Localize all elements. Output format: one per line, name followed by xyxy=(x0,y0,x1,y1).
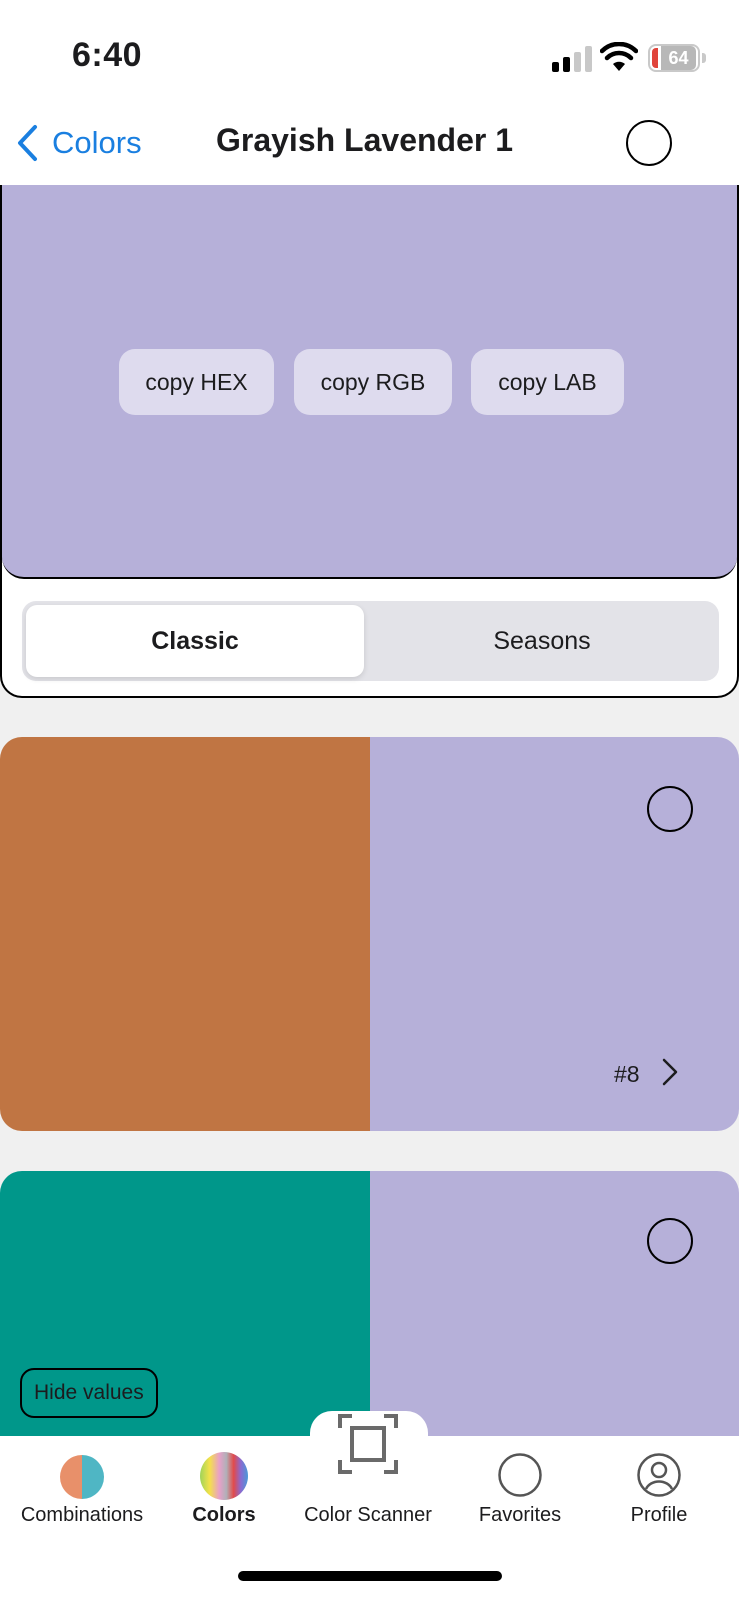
tab-label: Profile xyxy=(630,1504,688,1526)
status-time: 6:40 xyxy=(72,36,143,74)
combination-number: #8 xyxy=(614,1061,640,1087)
hide-values-button[interactable]: Hide values xyxy=(20,1368,158,1418)
wifi-icon xyxy=(600,42,638,71)
scanner-icon xyxy=(338,1414,398,1474)
tab-color-scanner[interactable]: Color Scanner xyxy=(290,1414,446,1536)
favorites-circle-icon xyxy=(498,1453,542,1497)
status-bar: 6:40 64 xyxy=(0,0,739,100)
tab-profile[interactable]: Profile xyxy=(594,1436,724,1536)
home-indicator xyxy=(238,1571,502,1581)
tab-label: Favorites xyxy=(478,1504,562,1526)
copy-hex-button[interactable]: copy HEX xyxy=(119,349,274,415)
navigation-bar: Colors Grayish Lavender 1 xyxy=(0,100,739,186)
circle-outline-icon[interactable] xyxy=(647,1218,693,1264)
color-header-card: copy HEX copy RGB copy LAB Classic Seaso… xyxy=(0,185,739,698)
combination-color-left xyxy=(0,737,370,1131)
copy-rgb-button[interactable]: copy RGB xyxy=(294,349,452,415)
tab-colors[interactable]: Colors xyxy=(150,1436,298,1536)
chevron-right-icon[interactable] xyxy=(660,1057,680,1087)
copy-lab-button[interactable]: copy LAB xyxy=(471,349,624,415)
segment-classic[interactable]: Classic xyxy=(26,605,364,677)
battery-level: 64 xyxy=(661,46,696,70)
profile-icon xyxy=(637,1453,681,1497)
battery-icon: 64 xyxy=(648,44,700,72)
cellular-signal-icon xyxy=(552,46,594,72)
combination-color-right xyxy=(370,1171,739,1436)
favorite-toggle-icon[interactable] xyxy=(626,120,672,166)
colors-icon xyxy=(200,1452,248,1500)
tab-label: Combinations xyxy=(20,1504,144,1526)
palette-type-segmented-control: Classic Seasons xyxy=(22,601,719,681)
tab-combinations[interactable]: Combinations xyxy=(0,1436,164,1536)
tab-label: Colors xyxy=(192,1504,256,1526)
color-swatch: copy HEX copy RGB copy LAB xyxy=(2,185,737,579)
combinations-icon xyxy=(60,1455,104,1499)
circle-outline-icon[interactable] xyxy=(647,786,693,832)
segment-seasons[interactable]: Seasons xyxy=(369,605,715,677)
combination-card[interactable]: #8 xyxy=(0,737,739,1131)
tab-label: Color Scanner xyxy=(304,1504,432,1526)
tab-favorites[interactable]: Favorites xyxy=(450,1436,590,1536)
